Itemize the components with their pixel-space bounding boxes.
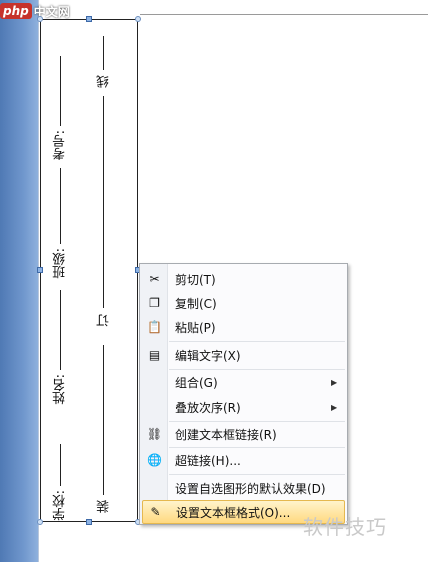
label-name: 姓名: xyxy=(53,374,68,405)
scissors-icon: ✂ xyxy=(149,272,160,286)
globe-link-icon: 🌐 xyxy=(147,453,162,467)
bind-line-top xyxy=(103,36,104,70)
menu-item-label: 叠放次序(R) xyxy=(175,400,241,415)
bind-line-lower xyxy=(103,345,104,495)
bind-line-upper xyxy=(103,96,104,308)
menu-item-paste[interactable]: 📋 粘贴(P) xyxy=(142,315,345,339)
context-menu: ✂ 剪切(T) ❐ 复制(C) 📋 粘贴(P) ▤ 编辑文字(X) 组合(G) … xyxy=(139,263,348,525)
menu-item-label: 编辑文字(X) xyxy=(175,348,241,363)
paste-icon: 📋 xyxy=(147,320,162,334)
blank-line-school xyxy=(60,444,61,486)
menu-item-label: 创建文本框链接(R) xyxy=(175,427,277,442)
resize-handle-bottom[interactable] xyxy=(86,519,92,525)
menu-item-create-textbox-link[interactable]: ⛓ 创建文本框链接(R) xyxy=(142,422,345,446)
resize-handle-left[interactable] xyxy=(37,267,43,273)
window-left-background xyxy=(0,0,38,562)
menu-item-cut[interactable]: ✂ 剪切(T) xyxy=(142,267,345,291)
resize-handle-top[interactable] xyxy=(86,16,92,22)
label-school: 学校: xyxy=(53,490,68,521)
watermark-logo: php xyxy=(0,3,32,19)
menu-item-label: 设置自选图形的默认效果(D) xyxy=(175,481,326,496)
char-xian: 线 xyxy=(97,75,112,88)
page-edge-line xyxy=(38,0,39,562)
resize-handle-bottom-left[interactable] xyxy=(37,519,43,525)
menu-separator xyxy=(169,474,345,475)
vertical-textbox[interactable]: 学校: 姓名: 班级: 考号: 装 订 线 xyxy=(40,19,138,522)
label-class: 班级: xyxy=(53,248,68,279)
chain-link-icon: ⛓ xyxy=(146,427,163,441)
blank-line-name xyxy=(60,290,61,370)
menu-separator xyxy=(169,341,345,342)
menu-item-hyperlink[interactable]: 🌐 超链接(H)... xyxy=(142,448,345,472)
menu-item-edit-text[interactable]: ▤ 编辑文字(X) xyxy=(142,343,345,367)
label-exam-number: 考号: xyxy=(53,130,68,161)
menu-item-label: 组合(G) xyxy=(175,375,218,390)
blank-line-class xyxy=(60,168,61,244)
page-top-margin-line xyxy=(140,14,428,15)
char-zhuang: 装 xyxy=(97,500,112,513)
format-textbox-icon: ✎ xyxy=(150,505,161,519)
edit-text-icon: ▤ xyxy=(148,348,161,362)
blank-line-exam-number xyxy=(60,56,61,126)
char-ding: 订 xyxy=(97,314,112,327)
menu-item-label: 超链接(H)... xyxy=(175,453,241,468)
submenu-arrow-icon: ▶ xyxy=(331,377,338,387)
corner-watermark: 软件技巧 xyxy=(303,515,387,539)
resize-handle-top-left[interactable] xyxy=(37,16,43,22)
menu-item-label: 剪切(T) xyxy=(175,272,216,287)
copy-icon: ❐ xyxy=(149,296,160,310)
menu-item-group[interactable]: 组合(G) ▶ xyxy=(142,370,345,394)
menu-item-order[interactable]: 叠放次序(R) ▶ xyxy=(142,395,345,419)
menu-item-set-default-shape[interactable]: 设置自选图形的默认效果(D) xyxy=(142,476,345,500)
resize-handle-top-right[interactable] xyxy=(135,16,141,22)
menu-item-copy[interactable]: ❐ 复制(C) xyxy=(142,291,345,315)
menu-item-label: 复制(C) xyxy=(175,296,217,311)
submenu-arrow-icon: ▶ xyxy=(331,402,338,412)
menu-item-label: 粘贴(P) xyxy=(175,320,216,335)
